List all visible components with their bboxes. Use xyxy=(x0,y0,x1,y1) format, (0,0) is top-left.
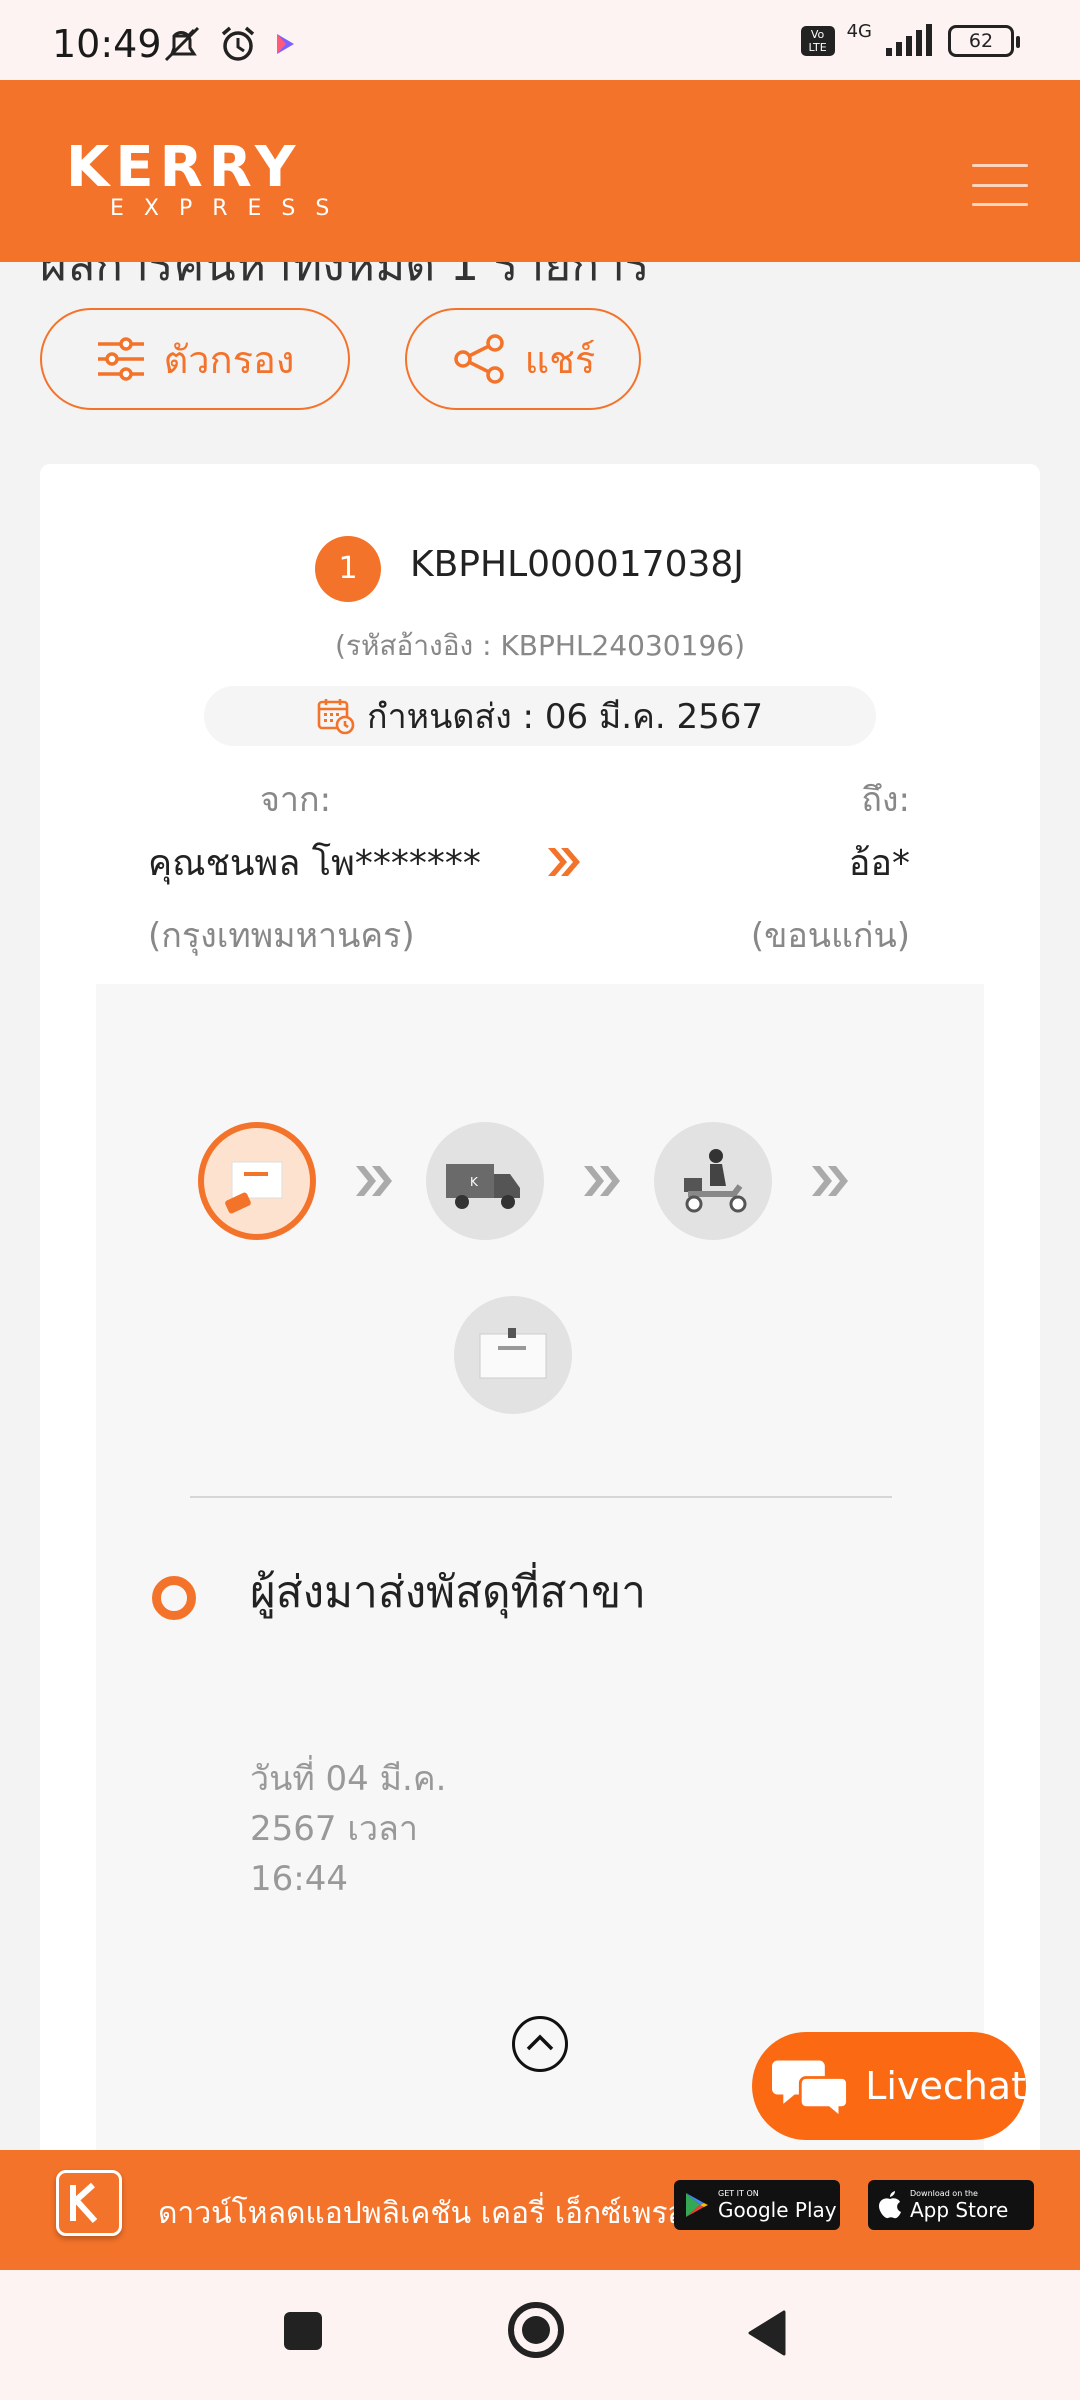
due-date-text: กำหนดส่ง : 06 มี.ค. 2567 xyxy=(366,697,763,737)
network-type: 4G xyxy=(846,20,872,42)
livechat-button[interactable]: Livechat xyxy=(752,2032,1026,2140)
parcel-box-icon xyxy=(225,1161,283,1214)
banner-text: ดาวน์โหลดแอปพลิเคชัน เคอรี่ เอ็กซ์เพรส xyxy=(158,2196,686,2231)
panel-divider xyxy=(190,1496,892,1498)
recipient-name: อ้อ* xyxy=(848,843,910,884)
system-nav-bar xyxy=(0,2270,1080,2400)
result-index-badge: 1 xyxy=(315,536,381,602)
timeline-dot-icon xyxy=(152,1576,196,1620)
sender-city: (กรุงเทพมหานคร) xyxy=(148,916,415,956)
back-button[interactable] xyxy=(748,2310,788,2356)
header-overlay: KERRY EXPRESS xyxy=(0,80,1080,262)
home-button[interactable] xyxy=(508,2302,564,2358)
step-delivered[interactable] xyxy=(454,1296,572,1414)
status-left-icons xyxy=(160,24,298,64)
chevron-up-icon xyxy=(526,2034,554,2051)
kerry-logo-overlay[interactable]: KERRY EXPRESS xyxy=(66,138,349,222)
signal-icon xyxy=(886,24,932,56)
k-letter-icon xyxy=(70,2182,98,2224)
reference-number: (รหัสอ้างอิง : KBPHL24030196) xyxy=(335,629,745,662)
battery-icon: 62 xyxy=(948,25,1020,57)
delivery-truck-icon: K xyxy=(446,1164,520,1209)
delivery-scooter-icon xyxy=(684,1149,747,1213)
tracking-panel: K ผู้ส่งมาส่งพัสดุที่สาขา วันที่ 04 มี.ค… xyxy=(96,984,984,2184)
double-chevron-right-icon xyxy=(548,848,580,876)
share-icon xyxy=(453,334,504,384)
share-button[interactable]: แชร์ xyxy=(405,308,641,410)
step-chevron-icon xyxy=(356,1166,392,1196)
from-label: จาก: xyxy=(260,780,332,820)
app-download-banner: ดาวน์โหลดแอปพลิเคชัน เคอรี่ เอ็กซ์เพรส G… xyxy=(0,2150,1080,2270)
google-play-button[interactable]: GET IT ON Google Play xyxy=(674,2180,840,2230)
step-parcel-received[interactable] xyxy=(198,1122,316,1240)
mute-vibrate-icon xyxy=(164,26,200,62)
collapse-button[interactable] xyxy=(512,2016,568,2072)
status-time: 10:49 xyxy=(52,22,162,66)
step-chevron-icon xyxy=(812,1166,848,1196)
kerry-app-logo xyxy=(56,2170,122,2236)
recipient-city: (ขอนแก่น) xyxy=(750,916,910,956)
parcel-card: 1 KBPHL000017038J (รหัสอ้างอิง : KBPHL24… xyxy=(40,464,1040,2184)
delivered-box-icon xyxy=(479,1328,547,1379)
livechat-label: Livechat xyxy=(865,2064,1026,2108)
step-chevron-icon xyxy=(584,1166,620,1196)
filter-label: ตัวกรอง xyxy=(163,337,295,382)
play-store-icon xyxy=(277,34,294,54)
filter-sliders-icon xyxy=(97,337,144,381)
tracking-number: KBPHL000017038J xyxy=(410,544,744,585)
step-in-transit[interactable]: K xyxy=(426,1122,544,1240)
filter-button[interactable]: ตัวกรอง xyxy=(40,308,350,410)
recents-button[interactable] xyxy=(284,2312,322,2350)
to-label: ถึง: xyxy=(861,780,910,820)
event-time: วันที่ 04 มี.ค. 2567 เวลา 16:44 xyxy=(250,1759,447,1899)
event-title: ผู้ส่งมาส่งพัสดุที่สาขา xyxy=(250,1567,646,1618)
google-play-icon xyxy=(686,2193,708,2217)
chat-bubbles-icon xyxy=(772,2060,849,2121)
status-right-icons: Vo LTE 4G 62 xyxy=(800,20,1020,58)
share-label: แชร์ xyxy=(524,337,596,382)
svg-text:K: K xyxy=(470,1175,479,1189)
due-date-pill: กำหนดส่ง : 06 มี.ค. 2567 xyxy=(204,686,876,746)
apple-icon xyxy=(879,2191,901,2219)
volte-icon: Vo LTE xyxy=(800,26,835,56)
app-store-button[interactable]: Download on the App Store xyxy=(868,2180,1034,2230)
menu-icon-overlay[interactable] xyxy=(972,164,1028,206)
alarm-icon xyxy=(221,26,255,61)
sender-name: คุณชนพล โพ******* xyxy=(148,843,481,884)
status-bar: 10:49 Vo LTE 4G 62 xyxy=(0,0,1080,80)
step-out-for-delivery[interactable] xyxy=(654,1122,772,1240)
calendar-clock-icon xyxy=(317,699,355,735)
